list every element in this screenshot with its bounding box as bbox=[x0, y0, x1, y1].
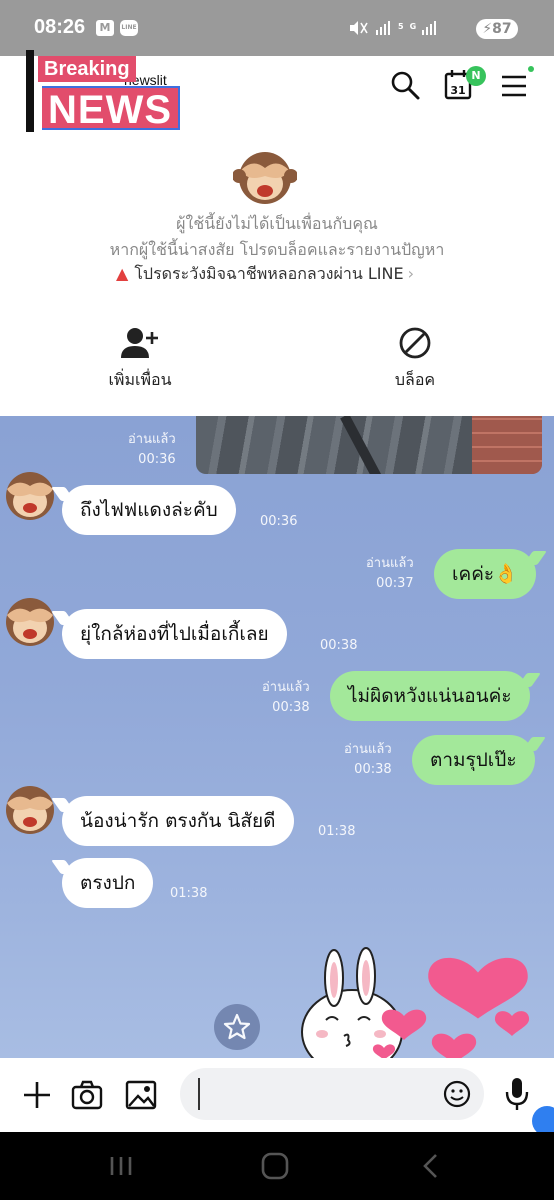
sent-message-bubble[interactable]: ตามรุปเป๊ะ bbox=[412, 735, 535, 785]
report-advice-message: หากผู้ใช้นี้น่าสงสัย โปรดบล็อคและรายงานป… bbox=[109, 240, 445, 259]
message-time: 01:38 bbox=[170, 886, 208, 901]
menu-icon[interactable] bbox=[498, 68, 532, 102]
message-input[interactable] bbox=[198, 1078, 438, 1110]
battery-indicator: ⚡87 bbox=[476, 19, 518, 39]
sender-avatar[interactable] bbox=[0, 464, 60, 524]
not-friend-notice: ผู้ใช้นี้ยังไม่ได้เป็นเพื่อนกับคุณ หากผู… bbox=[0, 136, 554, 416]
emoji-icon[interactable] bbox=[442, 1079, 472, 1109]
logo-bar bbox=[26, 50, 34, 132]
photo-content bbox=[340, 416, 382, 474]
message-field[interactable] bbox=[180, 1068, 484, 1120]
add-friend-button[interactable]: เพิ่มเพื่อน bbox=[70, 326, 210, 393]
sent-message-bubble[interactable]: ไม่ผิดหวังแน่นอนค่ะ bbox=[330, 671, 530, 721]
received-message-bubble[interactable]: ถึงไฟฟแดงล่ะคับ bbox=[62, 485, 236, 535]
received-message-bubble[interactable]: ตรงปก bbox=[62, 858, 154, 908]
network-signal-icon: 5G bbox=[350, 21, 436, 35]
gmail-icon: M bbox=[96, 20, 114, 36]
warning-triangle-icon: ▲ bbox=[116, 264, 129, 283]
microphone-icon[interactable] bbox=[502, 1076, 532, 1112]
chevron-right-icon: › bbox=[407, 264, 414, 283]
photo-message[interactable] bbox=[196, 416, 542, 474]
status-time: 08:26 bbox=[34, 16, 86, 38]
sender-avatar[interactable] bbox=[0, 778, 60, 838]
block-icon bbox=[399, 327, 431, 359]
plus-icon[interactable] bbox=[20, 1078, 54, 1112]
scam-warning-link[interactable]: ▲ โปรดระวังมิจฉาชีพหลอกลวงผ่าน LINE › bbox=[116, 262, 414, 287]
bunny-hearts-sticker[interactable] bbox=[300, 936, 550, 1058]
back-icon[interactable] bbox=[416, 1152, 446, 1180]
favorite-button[interactable] bbox=[214, 1004, 260, 1050]
logo-breaking-text: Breaking bbox=[38, 56, 136, 82]
message-meta: อ่านแล้ว 00:38 bbox=[262, 678, 310, 718]
calendar-badge: N bbox=[466, 66, 486, 86]
camera-icon[interactable] bbox=[70, 1078, 104, 1112]
read-receipt: อ่านแล้ว bbox=[262, 680, 310, 695]
message-meta: อ่านแล้ว 00:38 bbox=[344, 740, 392, 780]
menu-notification-dot bbox=[528, 66, 534, 72]
block-label: บล็อค bbox=[394, 370, 436, 389]
message-meta: อ่านแล้ว 00:36 bbox=[128, 430, 176, 470]
status-bar: 08:26 M LINE 5G ⚡87 bbox=[0, 0, 554, 56]
message-time: 01:38 bbox=[318, 824, 356, 839]
block-button[interactable]: บล็อค bbox=[345, 326, 485, 393]
svg-text:31: 31 bbox=[450, 84, 465, 97]
search-icon[interactable] bbox=[388, 68, 422, 102]
line-app-icon: LINE bbox=[120, 20, 138, 36]
contact-avatar[interactable] bbox=[233, 144, 297, 208]
add-friend-label: เพิ่มเพื่อน bbox=[108, 370, 172, 389]
message-input-bar bbox=[0, 1058, 554, 1132]
system-navigation-bar bbox=[0, 1132, 554, 1200]
message-time: 00:38 bbox=[320, 638, 358, 653]
add-person-icon bbox=[121, 328, 158, 358]
message-time: 00:38 bbox=[272, 700, 310, 715]
message-time: 00:36 bbox=[260, 514, 298, 529]
message-time: 00:38 bbox=[354, 762, 392, 777]
not-friend-message: ผู้ใช้นี้ยังไม่ได้เป็นเพื่อนกับคุณ bbox=[176, 214, 378, 233]
battery-level: 87 bbox=[492, 21, 512, 37]
signal-icons: 5G bbox=[348, 19, 458, 41]
read-receipt: อ่านแล้ว bbox=[366, 556, 414, 571]
gallery-icon[interactable] bbox=[124, 1078, 158, 1112]
logo-news-text: NEWS bbox=[42, 86, 180, 132]
scam-warning-text: โปรดระวังมิจฉาชีพหลอกลวงผ่าน LINE bbox=[134, 264, 404, 283]
sender-avatar[interactable] bbox=[0, 590, 60, 650]
sent-message-bubble[interactable]: เคค่ะ👌 bbox=[434, 549, 536, 599]
breaking-news-logo: newslit Breaking NEWS bbox=[26, 50, 186, 132]
message-time: 00:37 bbox=[376, 576, 414, 591]
photo-content bbox=[472, 416, 542, 474]
chat-area[interactable]: อ่านแล้ว 00:36 ถึงไฟฟแดงล่ะคับ 00:36 อ่า… bbox=[0, 416, 554, 1058]
received-message-bubble[interactable]: น้องน่ารัก ตรงกัน นิสัยดี bbox=[62, 796, 294, 846]
message-time: 00:36 bbox=[138, 452, 176, 467]
message-meta: อ่านแล้ว 00:37 bbox=[366, 554, 414, 594]
star-icon bbox=[223, 1013, 251, 1040]
svg-text:5G: 5G bbox=[398, 22, 422, 31]
recent-apps-icon[interactable] bbox=[106, 1152, 136, 1180]
home-icon[interactable] bbox=[260, 1152, 290, 1180]
read-receipt: อ่านแล้ว bbox=[128, 432, 176, 447]
received-message-bubble[interactable]: ยุ่ใกล้ห่องที่ไปเมื่อเกี้เลย bbox=[62, 609, 287, 659]
read-receipt: อ่านแล้ว bbox=[344, 742, 392, 757]
